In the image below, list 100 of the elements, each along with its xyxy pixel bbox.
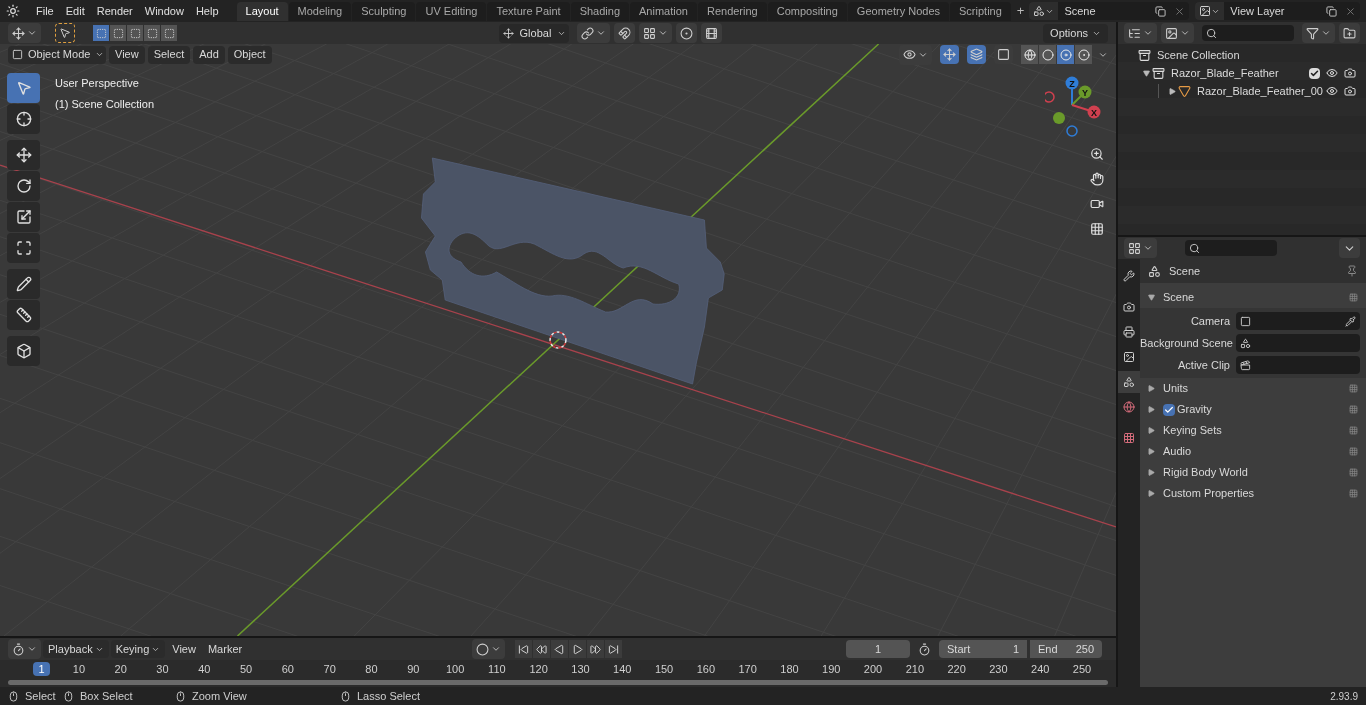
mouse-icon (175, 690, 186, 702)
shading-button[interactable] (1057, 45, 1074, 64)
play-reverse-button[interactable] (550, 640, 568, 658)
new-collection-button[interactable] (1339, 23, 1360, 43)
eye-icon (1326, 85, 1338, 97)
menu-item[interactable]: Edit (59, 1, 91, 21)
workspace-tab[interactable]: Layout (236, 1, 288, 21)
panel-header[interactable]: Gravity (1140, 399, 1366, 420)
view-layer-selector[interactable]: View Layer (1195, 2, 1360, 20)
workspace-tab[interactable]: Shading (570, 1, 630, 21)
select-mode-button[interactable] (144, 25, 160, 41)
workspace-tab[interactable]: Modeling (288, 1, 352, 21)
timeline-menu-item[interactable]: Keying (110, 640, 166, 658)
jump-end-button[interactable] (604, 640, 622, 658)
display-mode-button[interactable] (1161, 23, 1194, 43)
workspace-tab[interactable]: Scripting (950, 1, 1011, 21)
menu-item[interactable]: Help (189, 1, 225, 21)
menu-item[interactable]: Window (138, 1, 190, 21)
select-mode-button[interactable] (110, 25, 126, 41)
expand-toggle[interactable] (1140, 67, 1152, 79)
snap-target-button[interactable] (638, 23, 672, 43)
horizontal-scrollbar[interactable] (8, 680, 1108, 685)
editor-type-button[interactable] (8, 23, 41, 43)
record-button[interactable] (471, 639, 505, 659)
tool-button[interactable] (7, 336, 40, 366)
workspace-tab[interactable]: Animation (630, 1, 697, 21)
transform-orientation-dropdown[interactable]: Global (498, 23, 569, 43)
menu-item[interactable]: Render (90, 1, 139, 21)
proportional-edit-button[interactable] (675, 23, 697, 43)
playhead-frame[interactable]: 1 (33, 662, 50, 676)
falloff-button[interactable] (700, 23, 722, 43)
editor-type-button[interactable] (8, 639, 41, 659)
snap-button[interactable] (613, 23, 635, 43)
navigation-gizmo[interactable]: Z Y X (1044, 75, 1105, 137)
tool-button[interactable] (7, 269, 40, 299)
jump-start-button[interactable] (514, 640, 532, 658)
workspace-tab[interactable]: Texture Paint (487, 1, 570, 21)
shading-button[interactable] (1039, 45, 1056, 64)
start-frame-field[interactable]: Start 1 (939, 640, 1027, 658)
tool-button[interactable] (7, 202, 40, 232)
panel-header[interactable]: Custom Properties (1140, 483, 1366, 504)
mesh-icon (1178, 84, 1191, 98)
tool-button[interactable] (7, 233, 40, 263)
active-tool-button[interactable] (55, 23, 75, 43)
panel-header[interactable]: Audio (1140, 441, 1366, 462)
close-icon (1345, 5, 1356, 17)
menu-item[interactable]: File (30, 1, 60, 21)
outliner-item-label[interactable]: Scene Collection (1157, 46, 1240, 64)
end-frame-field[interactable]: End 250 (1030, 640, 1102, 658)
options-dropdown[interactable]: Options (1043, 23, 1108, 43)
filter-button[interactable] (1302, 23, 1335, 43)
shading-button[interactable] (1021, 45, 1038, 64)
field-input[interactable] (1236, 356, 1360, 374)
workspace-tab[interactable]: Sculpting (352, 1, 416, 21)
tool-button[interactable] (7, 171, 40, 201)
field-input[interactable] (1236, 334, 1360, 352)
workspace-tab[interactable]: UV Editing (416, 1, 487, 21)
outliner-item-label[interactable]: Razor_Blade_Feather (1171, 64, 1279, 82)
search-field[interactable] (1202, 25, 1294, 41)
outliner-item-label[interactable]: Razor_Blade_Feather_00 (1197, 82, 1323, 100)
tool-button[interactable] (7, 104, 40, 134)
editor-type-button[interactable] (1124, 23, 1157, 43)
scene-icon (1033, 5, 1046, 17)
expand-toggle[interactable] (1166, 85, 1178, 97)
scene-selector[interactable]: Scene (1029, 2, 1190, 20)
tool-button[interactable] (7, 140, 40, 170)
end-value: 250 (1075, 641, 1094, 657)
timeline-menu-item[interactable]: Marker (202, 640, 248, 658)
panel-header[interactable]: Units (1140, 378, 1366, 399)
tool-button[interactable] (7, 300, 40, 330)
exclude-checkbox[interactable] (1309, 67, 1320, 79)
select-mode-button[interactable] (127, 25, 143, 41)
expanded-arrow-icon (1142, 69, 1150, 77)
panel-header[interactable]: Keying Sets (1140, 420, 1366, 441)
scene-collection-icon (1138, 48, 1151, 62)
cube-icon (15, 343, 32, 359)
workspace-tab[interactable]: Compositing (767, 1, 847, 21)
mouse-icon (340, 690, 351, 702)
previous-key-button[interactable] (532, 640, 550, 658)
workspace-tab[interactable]: Geometry Nodes (847, 1, 949, 21)
search-field[interactable] (1185, 240, 1277, 256)
panel-checkbox[interactable] (1163, 403, 1175, 416)
next-key-button[interactable] (586, 640, 604, 658)
select-mode-button[interactable] (161, 25, 177, 41)
viewport-toggle[interactable] (940, 45, 959, 64)
timeline-menu-item[interactable]: Playback (43, 640, 109, 658)
timeline-menu-item[interactable]: View (167, 640, 201, 658)
pivot-button[interactable] (576, 23, 610, 43)
play-button[interactable] (568, 640, 586, 658)
panel-header[interactable]: Rigid Body World (1140, 462, 1366, 483)
current-frame-field[interactable]: 1 (846, 640, 910, 658)
options-button[interactable] (1339, 238, 1360, 258)
field-input[interactable] (1236, 312, 1360, 330)
workspace-tab[interactable]: Rendering (697, 1, 767, 21)
shading-button[interactable] (1075, 45, 1092, 64)
add-workspace-button[interactable]: + (1011, 1, 1030, 21)
viewport-toggle[interactable] (967, 45, 986, 64)
xray-icon (997, 48, 1010, 61)
editor-type-button[interactable] (1124, 238, 1157, 258)
properties-tab[interactable] (1118, 371, 1140, 393)
